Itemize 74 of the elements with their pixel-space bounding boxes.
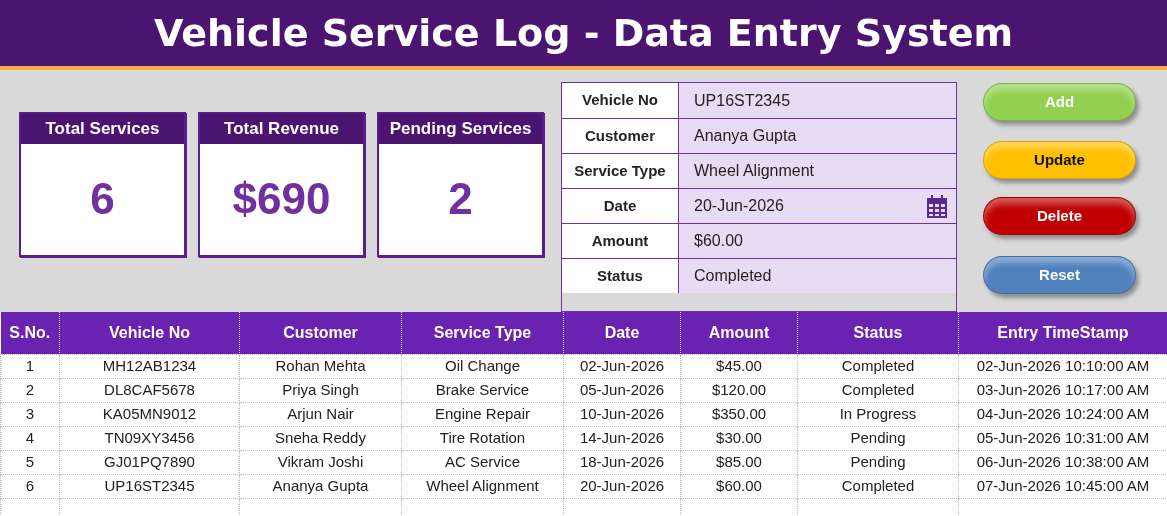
table-cell: $350.00 — [680, 402, 798, 426]
table-cell: Tire Rotation — [401, 426, 564, 450]
table-cell: Arjun Nair — [239, 402, 402, 426]
input-field[interactable]: $60.00 — [679, 224, 956, 258]
table-cell: 5 — [0, 450, 60, 474]
input-field[interactable]: UP16ST2345 — [679, 83, 956, 118]
table-cell: 1 — [0, 354, 60, 378]
column-header: Vehicle No — [59, 312, 240, 354]
table-cell: Wheel Alignment — [401, 474, 564, 498]
table-cell: 05-Jun-2026 — [563, 378, 681, 402]
field-label: Date — [562, 189, 679, 223]
table-cell: Sneha Reddy — [239, 426, 402, 450]
input-field[interactable]: Wheel Alignment — [679, 154, 956, 188]
table-cell: $85.00 — [680, 450, 798, 474]
table-cell: GJ01PQ7890 — [59, 450, 240, 474]
field-label: Vehicle No — [562, 83, 679, 118]
table-cell: Priya Singh — [239, 378, 402, 402]
field-label: Customer — [562, 119, 679, 153]
kpi-value: $690 — [232, 177, 331, 222]
table-cell: Rohan Mehta — [239, 354, 402, 378]
table-cell: AC Service — [401, 450, 564, 474]
table-cell: 10-Jun-2026 — [563, 402, 681, 426]
table-cell: In Progress — [797, 402, 959, 426]
table-cell: KA05MN9012 — [59, 402, 240, 426]
table-cell: $45.00 — [680, 354, 798, 378]
kpi-label: Pending Services — [379, 114, 542, 144]
table-cell: Completed — [797, 474, 959, 498]
table-cell: 2 — [0, 378, 60, 402]
table-cell: UP16ST2345 — [59, 474, 240, 498]
field-label: Status — [562, 259, 679, 293]
table-cell: Ananya Gupta — [239, 474, 402, 498]
table-cell: $120.00 — [680, 378, 798, 402]
action-button[interactable]: Update — [983, 141, 1136, 179]
table-cell: MH12AB1234 — [59, 354, 240, 378]
kpi-value: 6 — [90, 177, 115, 222]
column-header: Amount — [680, 312, 798, 354]
table-cell: 20-Jun-2026 — [563, 474, 681, 498]
table-cell: $30.00 — [680, 426, 798, 450]
table-cell: 18-Jun-2026 — [563, 450, 681, 474]
table-cell: 4 — [0, 426, 60, 450]
table-cell: Brake Service — [401, 378, 564, 402]
column-header: Service Type — [401, 312, 564, 354]
table-cell: TN09XY3456 — [59, 426, 240, 450]
column-header: Customer — [239, 312, 402, 354]
table-cell: Oil Change — [401, 354, 564, 378]
input-field[interactable]: Ananya Gupta — [679, 119, 956, 153]
table-cell: 14-Jun-2026 — [563, 426, 681, 450]
field-label: Service Type — [562, 154, 679, 188]
table-cell: $60.00 — [680, 474, 798, 498]
calendar-icon[interactable] — [926, 193, 948, 219]
table-cell: Engine Repair — [401, 402, 564, 426]
table-cell: 02-Jun-2026 — [563, 354, 681, 378]
column-header: Status — [797, 312, 959, 354]
kpi-label: Total Revenue — [200, 114, 363, 144]
input-field[interactable]: Completed — [679, 259, 956, 293]
table-cell: Vikram Joshi — [239, 450, 402, 474]
kpi-label: Total Services — [21, 114, 184, 144]
table-cell: 02-Jun-2026 10:10:00 AM — [958, 354, 1167, 378]
column-header: Entry TimeStamp — [958, 312, 1167, 354]
table-cell: Completed — [797, 354, 959, 378]
kpi-value: 2 — [448, 177, 473, 222]
field-label: Amount — [562, 224, 679, 258]
input-field[interactable]: 20-Jun-2026 — [679, 189, 956, 223]
table-cell: 6 — [0, 474, 60, 498]
column-header: Date — [563, 312, 681, 354]
table-cell: 3 — [0, 402, 60, 426]
table-cell: Completed — [797, 378, 959, 402]
action-button[interactable]: Reset — [983, 256, 1136, 294]
page-title: Vehicle Service Log - Data Entry System — [153, 9, 1014, 57]
table-cell: Pending — [797, 426, 959, 450]
table-cell: Pending — [797, 450, 959, 474]
action-button[interactable]: Delete — [983, 197, 1136, 235]
column-header: S.No. — [0, 312, 60, 354]
table-cell: DL8CAF5678 — [59, 378, 240, 402]
